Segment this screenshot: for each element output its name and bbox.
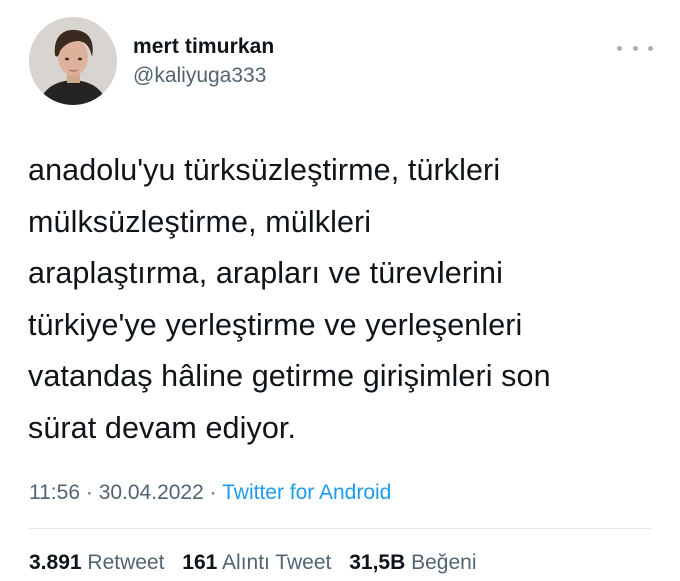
dot xyxy=(617,45,622,51)
dot xyxy=(648,45,653,51)
user-handle[interactable]: @kaliyuga333 xyxy=(133,64,266,88)
tweet-date[interactable]: 30.04.2022 xyxy=(99,481,204,504)
retweets-count: 3.891 xyxy=(29,551,82,574)
likes-count: 31,5B xyxy=(349,551,406,574)
retweets-stat[interactable]: 3.891 Retweet xyxy=(29,551,164,574)
tweet-text: anadolu'yu türksüzleştirme, türkleri mül… xyxy=(28,153,551,445)
tweet-source-link[interactable]: Twitter for Android xyxy=(222,481,391,504)
likes-label: Beğeni xyxy=(411,551,477,574)
tweet-time[interactable]: 11:56 xyxy=(29,481,80,504)
meta-separator: · xyxy=(85,481,93,504)
quotes-label: Alıntı Tweet xyxy=(222,551,332,574)
tweet-card: mert timurkan @kaliyuga333 anadolu'yu tü… xyxy=(0,0,680,581)
likes-stat[interactable]: 31,5B Beğeni xyxy=(349,551,476,574)
tweet-stats: 3.891 Retweet 161 Alıntı Tweet 31,5B Beğ… xyxy=(29,551,477,575)
divider xyxy=(29,528,651,529)
avatar-image xyxy=(29,17,117,105)
meta-separator: · xyxy=(209,481,217,504)
retweets-label: Retweet xyxy=(87,551,165,574)
avatar[interactable] xyxy=(29,17,117,105)
display-name[interactable]: mert timurkan xyxy=(133,35,274,59)
more-horizontal-icon[interactable] xyxy=(617,38,653,58)
tweet-meta: 11:56 · 30.04.2022 · Twitter for Android xyxy=(29,481,391,505)
quotes-stat[interactable]: 161 Alıntı Tweet xyxy=(182,551,331,574)
quotes-count: 161 xyxy=(182,551,218,574)
dot xyxy=(632,45,638,51)
